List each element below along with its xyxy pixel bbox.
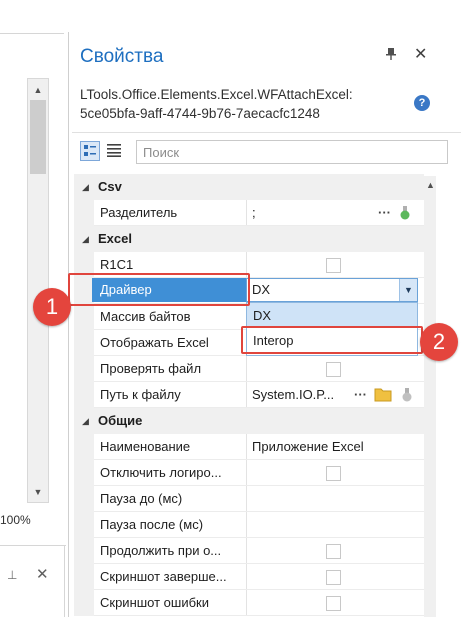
category-csv[interactable]: ◢ Csv [74,174,424,200]
property-checkbox[interactable] [326,570,341,585]
panel-title: Свойства [80,46,164,67]
property-row[interactable]: Скриншот заверше... [74,564,424,590]
driver-combobox[interactable] [246,278,418,302]
help-icon[interactable]: ? [414,95,430,111]
left-panel-bottom-divider [0,545,66,546]
property-name: Путь к файлу [100,387,181,402]
pin-icon[interactable] [386,48,396,63]
scroll-up-icon[interactable]: ▲ [28,80,48,100]
annotation-highlight-driver [68,273,250,306]
category-name: Excel [98,231,132,246]
property-row[interactable]: Отключить логиро... [74,460,424,486]
pin-icon[interactable]: ⊥ [7,568,17,582]
property-name: Наименование [100,439,191,454]
toolbar-divider [72,132,461,133]
property-row[interactable]: Проверять файл [74,356,424,382]
scroll-down-icon[interactable]: ▼ [28,482,48,502]
left-scrollbar-thumb[interactable] [30,100,46,174]
left-panel-divider [0,33,64,34]
property-value[interactable]: Приложение Excel [246,434,424,460]
collapse-arrow-icon[interactable]: ◢ [82,234,89,245]
property-row[interactable]: Скриншот ошибки [74,590,424,616]
left-panel-edge [64,545,65,617]
categorized-view-button[interactable] [80,141,100,161]
property-row[interactable]: Пауза до (мс) [74,486,424,512]
driver-combobox-value: DX [252,282,271,297]
flask-icon[interactable] [398,206,412,220]
ellipsis-button[interactable]: ··· [378,200,391,226]
collapse-arrow-icon[interactable]: ◢ [82,182,89,193]
object-type: LTools.Office.Elements.Excel.WFAttachExc… [80,85,400,123]
grid-scrollbar[interactable] [424,176,436,617]
alphabetical-view-button[interactable] [106,143,122,161]
property-checkbox[interactable] [326,362,341,377]
annotation-highlight-interop [241,326,423,354]
property-name: Продолжить при о... [100,543,222,558]
property-row[interactable]: Путь к файлу System.IO.P... ··· [74,382,424,408]
category-name: Общие [98,413,143,428]
property-row[interactable]: Разделитель ; ··· [74,200,424,226]
category-name: Csv [98,179,122,194]
ellipsis-button[interactable]: ··· [354,382,367,408]
zoom-level: 100% [0,513,31,527]
object-type-id: 5ce05bfa-9aff-4744-9b76-7aecacfc1248 [80,106,320,121]
flask-icon[interactable] [400,388,414,402]
property-row[interactable]: Продолжить при о... [74,538,424,564]
category-general[interactable]: ◢ Общие [74,408,424,434]
annotation-badge-1: 1 [33,288,71,326]
property-checkbox[interactable] [326,258,341,273]
chevron-down-icon[interactable]: ▼ [399,279,417,301]
property-name: Пауза до (мс) [100,491,183,506]
property-name: Скриншот заверше... [100,569,227,584]
property-name: Проверять файл [100,361,202,376]
dropdown-option-dx[interactable]: DX [247,303,417,328]
property-row[interactable]: Пауза после (мс) [74,512,424,538]
property-checkbox[interactable] [326,544,341,559]
collapse-arrow-icon[interactable]: ◢ [82,416,89,427]
property-name: Разделитель [100,205,178,220]
close-icon[interactable]: ✕ [414,44,427,64]
annotation-badge-2: 2 [420,323,458,361]
property-name: Отключить логиро... [100,465,222,480]
scroll-up-icon[interactable]: ▲ [426,180,435,190]
folder-icon[interactable] [374,386,392,402]
object-type-name: LTools.Office.Elements.Excel.WFAttachExc… [80,87,353,102]
close-icon[interactable]: ✕ [36,565,49,583]
property-checkbox[interactable] [326,596,341,611]
property-name: Пауза после (мс) [100,517,204,532]
category-excel[interactable]: ◢ Excel [74,226,424,252]
property-row[interactable]: Наименование Приложение Excel [74,434,424,460]
search-input[interactable]: Поиск [136,140,448,164]
property-checkbox[interactable] [326,466,341,481]
property-name: Скриншот ошибки [100,595,210,610]
property-value[interactable]: System.IO.P... [246,382,356,408]
